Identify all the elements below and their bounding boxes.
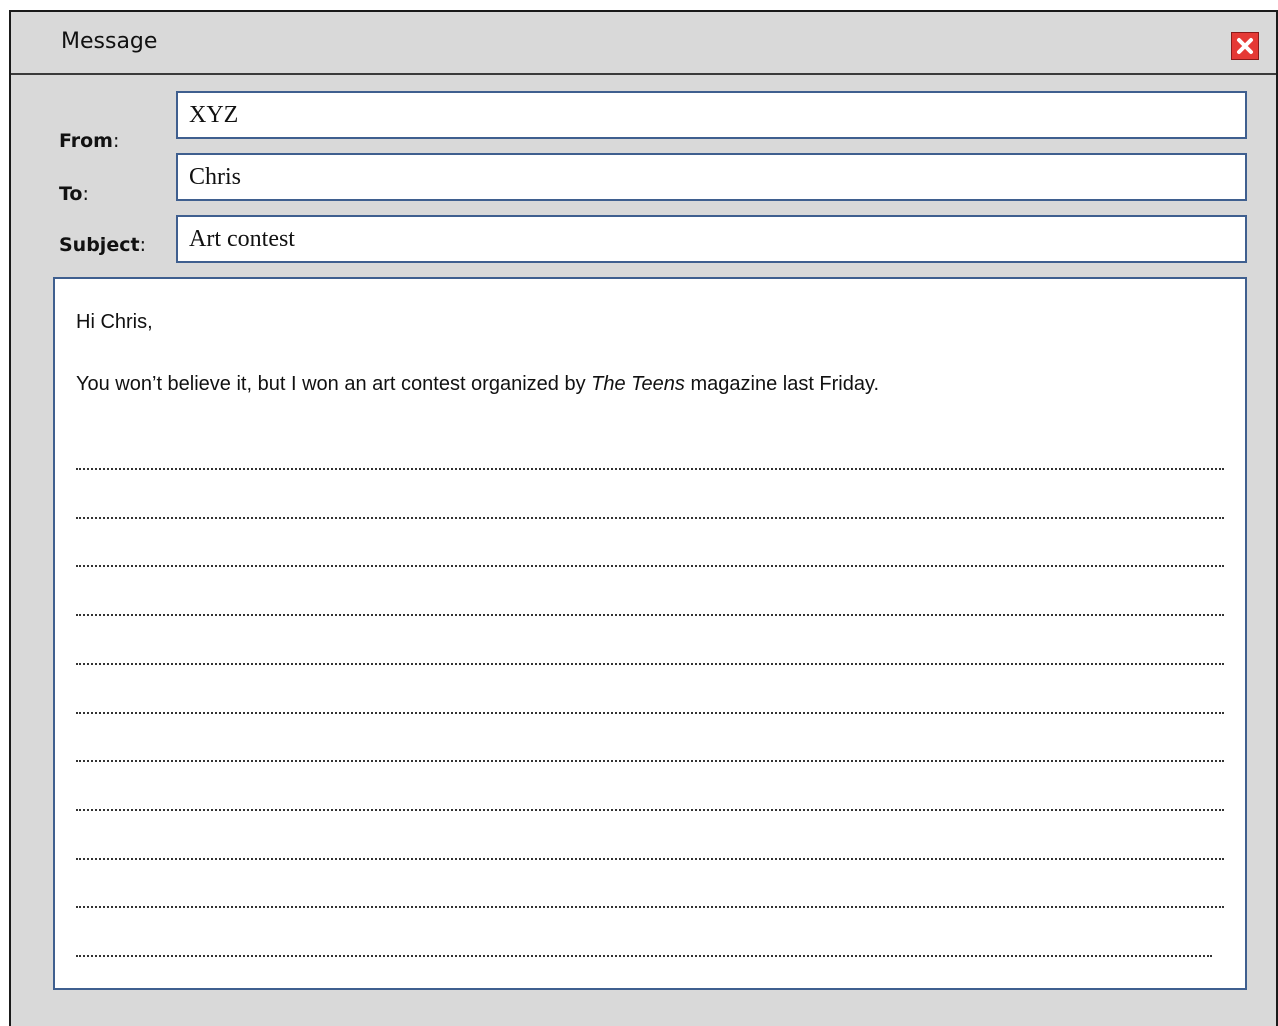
writing-line[interactable] — [76, 809, 1224, 811]
close-button[interactable] — [1231, 32, 1259, 60]
title-bar: Message — [11, 12, 1276, 75]
from-field[interactable]: XYZ — [176, 91, 1247, 139]
subject-field[interactable]: Art contest — [176, 215, 1247, 263]
greeting-text: Hi Chris, — [76, 311, 153, 333]
subject-label: Subject: — [59, 234, 146, 256]
writing-line[interactable] — [76, 517, 1224, 519]
writing-line[interactable] — [76, 906, 1224, 908]
writing-line[interactable] — [76, 663, 1224, 665]
to-label: To: — [59, 183, 89, 205]
writing-line[interactable] — [76, 858, 1224, 860]
from-label: From: — [59, 130, 120, 152]
to-field[interactable]: Chris — [176, 153, 1247, 201]
writing-line[interactable] — [76, 565, 1224, 567]
window-title: Message — [61, 29, 158, 54]
close-icon — [1237, 38, 1253, 54]
writing-line[interactable] — [76, 760, 1224, 762]
writing-line[interactable] — [76, 955, 1212, 957]
writing-line[interactable] — [76, 712, 1224, 714]
message-window: Message From: XYZ To: Chris Subject: Art… — [9, 10, 1278, 1026]
message-body[interactable]: Hi Chris, You won’t believe it, but I wo… — [53, 277, 1247, 990]
writing-line[interactable] — [76, 614, 1224, 616]
body-text: You won’t believe it, but I won an art c… — [76, 373, 880, 395]
magazine-name: The Teens — [591, 373, 685, 395]
writing-line[interactable] — [76, 468, 1224, 470]
